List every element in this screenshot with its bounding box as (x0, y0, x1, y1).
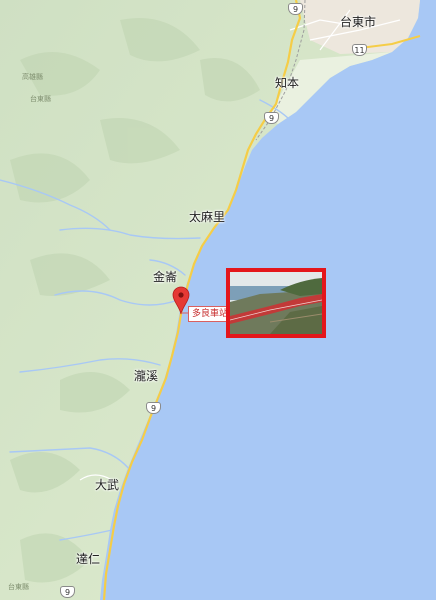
station-photo[interactable] (226, 268, 326, 338)
place-label-zhiben: 知本 (275, 76, 300, 90)
place-label-dawu: 大武 (95, 478, 120, 492)
region-label: 高雄縣 (22, 73, 43, 81)
region-label: 台東縣 (8, 583, 29, 591)
place-label-longxi: 瀧溪 (134, 369, 159, 383)
place-label-taitung-city: 台東市 (340, 15, 377, 29)
place-label-jinlun: 金崙 (153, 270, 178, 284)
station-photo-image (230, 272, 322, 334)
region-label: 台東縣 (30, 95, 51, 103)
map-canvas[interactable] (0, 0, 436, 600)
place-label-daren: 達仁 (76, 552, 101, 566)
place-label-taimali: 太麻里 (189, 210, 226, 224)
